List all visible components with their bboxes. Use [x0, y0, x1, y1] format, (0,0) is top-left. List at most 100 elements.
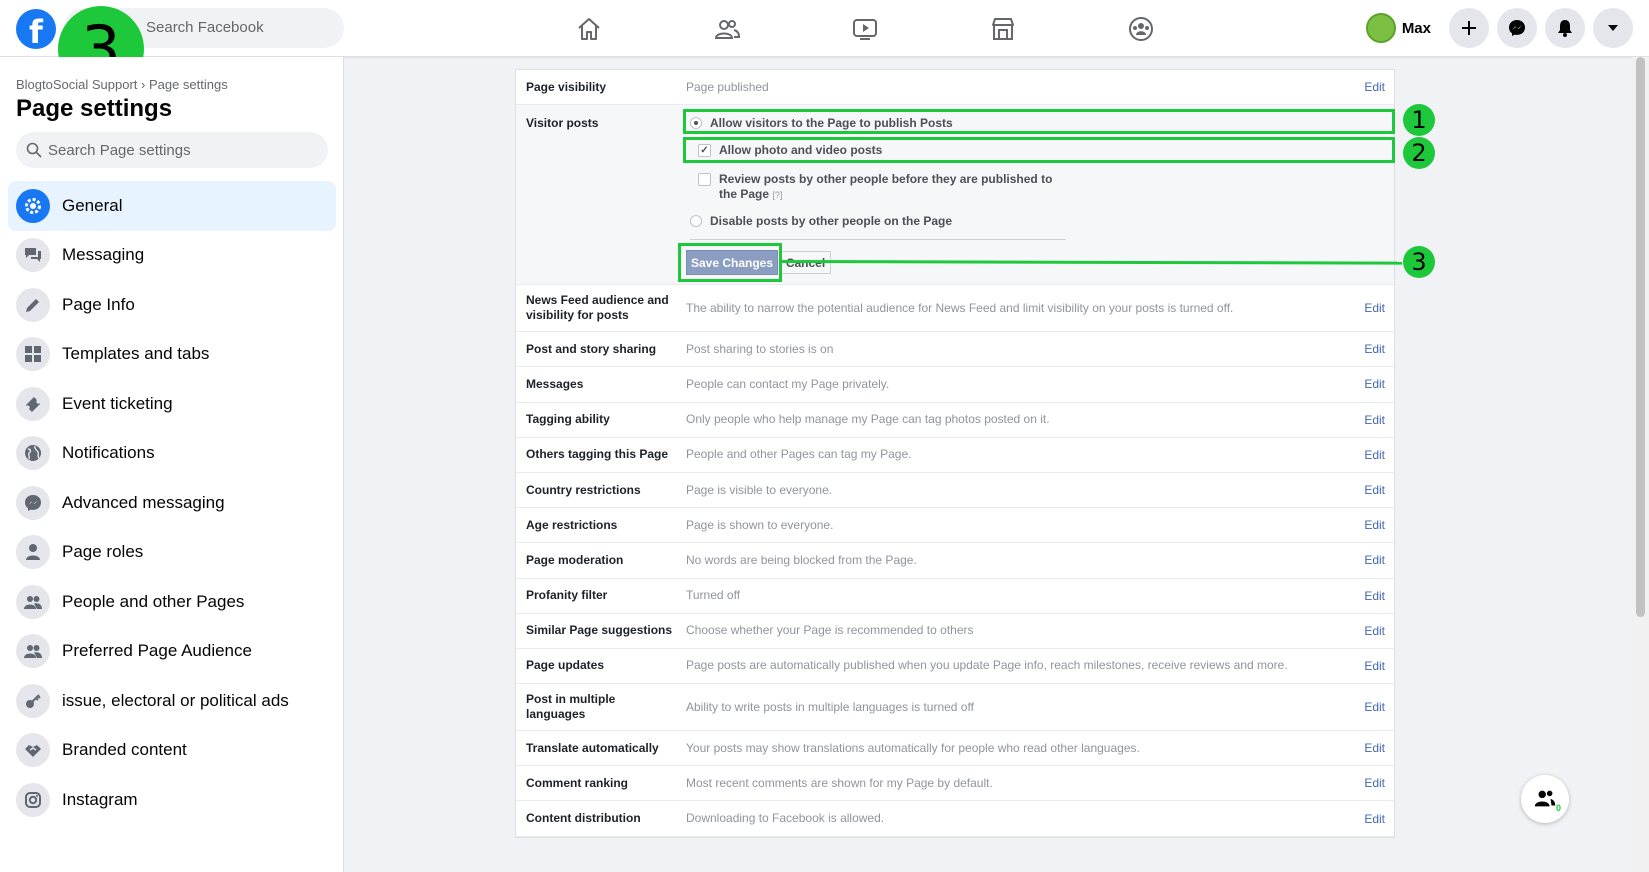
sidebar-item-branded-content[interactable]: Branded content	[8, 726, 336, 776]
edit-link[interactable]: Edit	[1344, 700, 1394, 714]
page-title: Page settings	[16, 95, 173, 122]
main-nav	[520, 0, 1210, 57]
facebook-logo[interactable]: f	[16, 9, 56, 49]
edit-link[interactable]: Edit	[1344, 413, 1394, 427]
edit-link[interactable]: Edit	[1344, 624, 1394, 638]
setting-value: Downloading to Facebook is allowed.	[686, 811, 885, 826]
sidebar-item-general[interactable]: General	[8, 181, 336, 231]
plus-icon	[1462, 21, 1476, 35]
radio-disable-posts[interactable]	[690, 215, 702, 228]
edit-link[interactable]: Edit	[1344, 483, 1394, 497]
groups-icon[interactable]	[1072, 0, 1210, 57]
sidebar-item-page-roles[interactable]: Page roles	[8, 528, 336, 578]
sidebar-item-label: Instagram	[62, 789, 138, 809]
setting-label: Content distribution	[526, 811, 641, 826]
edit-link[interactable]: Edit	[1344, 553, 1394, 567]
annotation-number-2: 2	[1403, 137, 1435, 169]
setting-row: Translate automatically Your posts may sh…	[516, 731, 1394, 767]
setting-label: Others tagging this Page	[526, 447, 669, 462]
setting-value: The ability to narrow the potential audi…	[686, 300, 1234, 315]
sidebar-item-political-ads[interactable]: issue, electoral or political ads	[8, 676, 336, 726]
scrollbar[interactable]	[1632, 57, 1649, 872]
edit-link[interactable]: Edit	[1344, 659, 1394, 673]
create-button[interactable]	[1449, 8, 1489, 48]
handshake-icon	[16, 733, 50, 768]
sidebar-item-notifications[interactable]: Notifications	[8, 429, 336, 479]
sidebar-item-label: Notifications	[62, 443, 155, 463]
setting-value: Page is shown to everyone.	[686, 517, 834, 532]
edit-link[interactable]: Edit	[1344, 741, 1394, 755]
setting-label: Messages	[526, 376, 584, 391]
messenger-icon	[1509, 20, 1525, 36]
edit-link[interactable]: Edit	[1344, 377, 1394, 391]
sidebar-item-label: Messaging	[62, 245, 145, 265]
help-icon[interactable]: [?]	[772, 190, 782, 200]
setting-value: No words are being blocked from the Page…	[686, 552, 917, 567]
setting-value: Only people who help manage my Page can …	[686, 412, 1050, 427]
setting-row: Similar Page suggestions Choose whether y…	[516, 614, 1394, 649]
new-message-button[interactable]: 0	[1521, 775, 1569, 823]
highlight-box-1	[683, 109, 1395, 134]
bell-icon	[1558, 20, 1572, 37]
edit-link[interactable]: Edit	[1344, 518, 1394, 532]
edit-link[interactable]: Edit	[1344, 812, 1394, 826]
sidebar-item-instagram[interactable]: Instagram	[8, 775, 336, 825]
top-navigation-bar: f Search Facebook Max	[0, 0, 1649, 57]
friends-icon[interactable]	[658, 0, 796, 57]
setting-value: Choose whether your Page is recommended …	[686, 623, 974, 638]
setting-label: Age restrictions	[526, 517, 618, 532]
setting-row: Page moderation No words are being blocke…	[516, 543, 1394, 579]
setting-row: Profanity filter Turned off Edit	[516, 579, 1394, 614]
marketplace-icon[interactable]	[934, 0, 1072, 57]
setting-label: Post and story sharing	[526, 341, 657, 356]
sidebar-item-advanced-messaging[interactable]: Advanced messaging	[8, 478, 336, 528]
sidebar-item-page-info[interactable]: Page Info	[8, 280, 336, 330]
notifications-button[interactable]	[1545, 8, 1585, 48]
option-label: Review posts by other people before they…	[719, 172, 1053, 202]
search-input[interactable]	[48, 141, 308, 159]
checkbox-review-posts[interactable]	[698, 173, 711, 187]
option-disable-posts[interactable]: Disable posts by other people on the Pag…	[690, 214, 952, 229]
edit-link[interactable]: Edit	[1344, 301, 1394, 315]
annotation-number-1: 1	[1403, 104, 1435, 136]
account-menu-button[interactable]	[1593, 8, 1633, 48]
settings-table: Page visibility Page published Edit Visi…	[515, 69, 1395, 838]
pencil-icon	[16, 287, 50, 322]
edit-link[interactable]: Edit	[1344, 589, 1394, 603]
breadcrumb[interactable]: BlogtoSocial Support › Page settings	[16, 77, 228, 92]
setting-value: People and other Pages can tag my Page.	[686, 447, 912, 462]
sidebar-item-label: Templates and tabs	[62, 344, 210, 364]
sidebar-item-label: Page roles	[62, 542, 144, 562]
edit-link[interactable]: Edit	[1344, 448, 1394, 462]
profile-chip[interactable]: Max	[1362, 8, 1441, 48]
setting-value: Post sharing to stories is on	[686, 341, 834, 356]
option-review-posts[interactable]: Review posts by other people before they…	[698, 172, 1058, 203]
setting-label: Post in multiple languages	[526, 692, 616, 722]
setting-value: Your posts may show translations automat…	[686, 740, 1140, 755]
sidebar-item-event-ticketing[interactable]: Event ticketing	[8, 379, 336, 429]
home-icon[interactable]	[520, 0, 658, 57]
edit-link[interactable]: Edit	[1344, 776, 1394, 790]
sidebar-item-label: Preferred Page Audience	[62, 641, 252, 661]
setting-value: Page posts are automatically published w…	[686, 658, 1288, 673]
sidebar-item-templates[interactable]: Templates and tabs	[8, 330, 336, 380]
watch-icon[interactable]	[796, 0, 934, 57]
edit-link[interactable]: Edit	[1344, 80, 1394, 94]
sidebar-item-preferred-audience[interactable]: Preferred Page Audience	[8, 627, 336, 677]
messenger-button[interactable]	[1497, 8, 1537, 48]
setting-row: News Feed audience and visibility for po…	[516, 285, 1394, 333]
page-settings-search[interactable]	[16, 132, 328, 168]
setting-value: Most recent comments are shown for my Pa…	[686, 775, 993, 790]
grid-icon	[16, 337, 50, 372]
settings-sidebar: BlogtoSocial Support › Page settings Pag…	[0, 57, 344, 872]
sidebar-item-messaging[interactable]: Messaging	[8, 231, 336, 281]
sidebar-item-people-and-pages[interactable]: People and other Pages	[8, 577, 336, 627]
setting-value: People can contact my Page privately.	[686, 376, 890, 391]
setting-label: News Feed audience and visibility for po…	[526, 293, 669, 323]
setting-row: Messages People can contact my Page priva…	[516, 367, 1394, 403]
setting-row: Post and story sharing Post sharing to st…	[516, 332, 1394, 368]
edit-link[interactable]: Edit	[1344, 342, 1394, 356]
scroll-thumb[interactable]	[1636, 57, 1645, 617]
setting-value: Turned off	[686, 588, 741, 603]
setting-value: Page is visible to everyone.	[686, 482, 833, 497]
